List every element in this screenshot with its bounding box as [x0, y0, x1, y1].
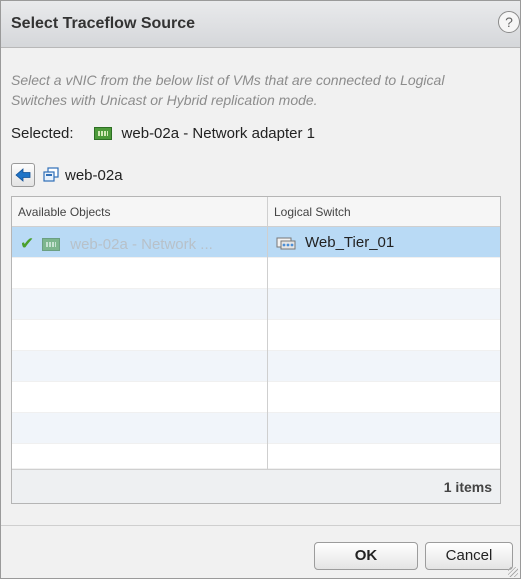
object-label: web-02a - Network ...: [70, 235, 213, 253]
column-divider[interactable]: [267, 197, 268, 469]
ok-button[interactable]: OK: [314, 542, 418, 570]
column-header-logical-switch[interactable]: Logical Switch: [274, 205, 351, 219]
selected-label: Selected:: [11, 124, 74, 142]
table-row-empty: [12, 289, 500, 320]
table-row-empty: [12, 382, 500, 413]
resize-grip[interactable]: [508, 567, 518, 577]
cell-logical-switch: Web_Tier_01: [275, 234, 394, 251]
logical-switch-icon: [276, 237, 296, 249]
table-row[interactable]: ✔ web-02a - Network ... Web_Tier_01: [12, 227, 500, 258]
check-icon: ✔: [20, 234, 35, 253]
selected-value: web-02a - Network adapter 1: [121, 124, 315, 142]
vm-icon: [43, 167, 59, 183]
logical-switch-label: Web_Tier_01: [305, 234, 395, 251]
cell-available-object: ✔ web-02a - Network ...: [20, 234, 213, 254]
network-adapter-icon: [42, 237, 61, 251]
footer-divider: [1, 525, 520, 526]
column-header-available-objects[interactable]: Available Objects: [18, 205, 111, 219]
dialog-title: Select Traceflow Source: [11, 15, 196, 32]
table-row-empty: [12, 413, 500, 444]
dialog-titlebar: Select Traceflow Source ?: [1, 1, 520, 48]
back-arrow-icon: [15, 168, 31, 182]
table-footer: 1 items: [12, 469, 500, 503]
item-count: 1 items: [443, 479, 492, 495]
navigation-row: web-02a: [11, 163, 123, 187]
cancel-button[interactable]: Cancel: [425, 542, 513, 570]
table-row-empty: [12, 258, 500, 289]
table-row-empty: [12, 320, 500, 351]
network-adapter-icon: [93, 126, 112, 140]
objects-table: Available Objects Logical Switch ✔ web-0…: [11, 196, 501, 504]
back-button[interactable]: [11, 163, 35, 187]
selected-summary: Selected: web-02a - Network adapter 1: [11, 123, 315, 143]
help-icon[interactable]: ?: [498, 11, 520, 33]
instructions-text: Select a vNIC from the below list of VMs…: [11, 72, 445, 108]
vm-name: web-02a: [65, 166, 123, 184]
table-header: Available Objects Logical Switch: [12, 197, 500, 227]
table-row-empty: [12, 351, 500, 382]
table-row-empty: [12, 444, 500, 469]
select-traceflow-source-dialog: Select Traceflow Source ? Select a vNIC …: [0, 0, 521, 579]
